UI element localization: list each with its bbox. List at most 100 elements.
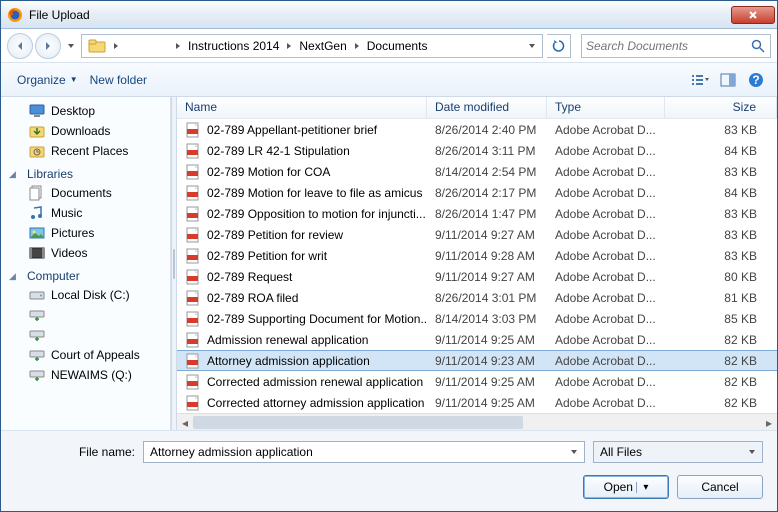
sidebar: Desktop Downloads Recent Places ◢Librari… bbox=[1, 97, 171, 430]
file-type-cell: Adobe Acrobat D... bbox=[547, 249, 665, 263]
network-drive-icon bbox=[29, 307, 45, 323]
sidebar-item-courtofappeals[interactable]: Court of Appeals bbox=[1, 345, 170, 365]
back-button[interactable] bbox=[7, 33, 33, 59]
desktop-icon bbox=[29, 103, 45, 119]
file-date-cell: 9/11/2014 9:25 AM bbox=[427, 333, 547, 347]
file-row[interactable]: 02-789 Appellant-petitioner brief8/26/20… bbox=[177, 119, 777, 140]
sidebar-item-recent[interactable]: Recent Places bbox=[1, 141, 170, 161]
close-button[interactable] bbox=[731, 6, 775, 24]
file-row[interactable]: Corrected admission renewal application9… bbox=[177, 371, 777, 392]
breadcrumb[interactable]: Instructions 2014 NextGen Documents bbox=[81, 34, 543, 58]
col-size[interactable]: Size bbox=[665, 97, 777, 118]
sidebar-item-desktop[interactable]: Desktop bbox=[1, 101, 170, 121]
scroll-thumb[interactable] bbox=[193, 416, 523, 429]
horizontal-scrollbar[interactable]: ◂ ▸ bbox=[177, 413, 777, 430]
file-type-cell: Adobe Acrobat D... bbox=[547, 270, 665, 284]
file-date-cell: 9/11/2014 9:25 AM bbox=[427, 375, 547, 389]
file-row[interactable]: 02-789 Motion for COA8/14/2014 2:54 PMAd… bbox=[177, 161, 777, 182]
file-upload-dialog: File Upload Instructions 2014 NextGen Do… bbox=[0, 0, 778, 512]
expand-icon: ◢ bbox=[9, 169, 19, 180]
sidebar-item-newaims[interactable]: NEWAIMS (Q:) bbox=[1, 365, 170, 385]
scroll-left-icon[interactable]: ◂ bbox=[177, 414, 193, 431]
file-row[interactable]: Admission renewal application9/11/2014 9… bbox=[177, 329, 777, 350]
sidebar-item-localdisk[interactable]: Local Disk (C:) bbox=[1, 285, 170, 305]
sidebar-label: Court of Appeals bbox=[51, 348, 140, 362]
file-size-cell: 82 KB bbox=[665, 354, 777, 368]
breadcrumb-item[interactable]: Documents bbox=[363, 35, 432, 57]
sidebar-item-downloads[interactable]: Downloads bbox=[1, 121, 170, 141]
filter-value: All Files bbox=[600, 445, 642, 459]
file-size-cell: 82 KB bbox=[665, 396, 777, 410]
filename-label: File name: bbox=[15, 445, 135, 459]
search-icon[interactable] bbox=[750, 38, 766, 54]
cancel-button[interactable]: Cancel bbox=[677, 475, 763, 499]
new-folder-button[interactable]: New folder bbox=[84, 69, 153, 91]
file-row[interactable]: 02-789 Motion for leave to file as amicu… bbox=[177, 182, 777, 203]
titlebar[interactable]: File Upload bbox=[1, 1, 777, 29]
sidebar-group-computer[interactable]: ◢Computer bbox=[9, 269, 170, 283]
view-options-button[interactable] bbox=[689, 69, 711, 91]
file-type-cell: Adobe Acrobat D... bbox=[547, 375, 665, 389]
breadcrumb-dropdown[interactable] bbox=[524, 42, 540, 50]
col-type[interactable]: Type bbox=[547, 97, 665, 118]
sidebar-label: Documents bbox=[51, 186, 112, 200]
file-name-cell: 02-789 Petition for review bbox=[177, 227, 427, 243]
filename-combobox[interactable]: Attorney admission application bbox=[143, 441, 585, 463]
sidebar-item-documents[interactable]: Documents bbox=[1, 183, 170, 203]
file-name-cell: Attorney admission application bbox=[177, 353, 427, 369]
chevron-down-icon bbox=[748, 445, 756, 459]
file-type-cell: Adobe Acrobat D... bbox=[547, 186, 665, 200]
sidebar-label: Music bbox=[51, 206, 82, 220]
col-name[interactable]: Name bbox=[177, 97, 427, 118]
open-button[interactable]: Open ▾ bbox=[583, 475, 669, 499]
search-input[interactable] bbox=[586, 39, 750, 53]
sidebar-item-videos[interactable]: Videos bbox=[1, 243, 170, 263]
column-headers[interactable]: Name Date modified Type Size bbox=[177, 97, 777, 119]
file-name-cell: 02-789 Appellant-petitioner brief bbox=[177, 122, 427, 138]
file-date-cell: 9/11/2014 9:27 AM bbox=[427, 270, 547, 284]
file-row[interactable]: 02-789 Petition for review9/11/2014 9:27… bbox=[177, 224, 777, 245]
file-row[interactable]: 02-789 Request9/11/2014 9:27 AMAdobe Acr… bbox=[177, 266, 777, 287]
file-date-cell: 9/11/2014 9:27 AM bbox=[427, 228, 547, 242]
refresh-button[interactable] bbox=[547, 34, 571, 58]
file-size-cell: 85 KB bbox=[665, 312, 777, 326]
file-size-cell: 83 KB bbox=[665, 249, 777, 263]
sidebar-item-music[interactable]: Music bbox=[1, 203, 170, 223]
file-row[interactable]: 02-789 Petition for writ9/11/2014 9:28 A… bbox=[177, 245, 777, 266]
file-row[interactable]: Corrected attorney admission application… bbox=[177, 392, 777, 413]
nav-history-dropdown[interactable] bbox=[65, 33, 77, 59]
col-date[interactable]: Date modified bbox=[427, 97, 547, 118]
file-date-cell: 9/11/2014 9:25 AM bbox=[427, 396, 547, 410]
file-row[interactable]: 02-789 ROA filed8/26/2014 3:01 PMAdobe A… bbox=[177, 287, 777, 308]
breadcrumb-blank[interactable] bbox=[122, 35, 172, 57]
organize-menu[interactable]: Organize▼ bbox=[11, 69, 84, 91]
sidebar-item-netdrive2[interactable] bbox=[1, 325, 170, 345]
filetype-filter[interactable]: All Files bbox=[593, 441, 763, 463]
sidebar-label: NEWAIMS (Q:) bbox=[51, 368, 132, 382]
sidebar-group-libraries[interactable]: ◢Libraries bbox=[9, 167, 170, 181]
file-row[interactable]: 02-789 LR 42-1 Stipulation8/26/2014 3:11… bbox=[177, 140, 777, 161]
file-type-cell: Adobe Acrobat D... bbox=[547, 291, 665, 305]
breadcrumb-item[interactable]: NextGen bbox=[295, 35, 350, 57]
chevron-right-icon bbox=[351, 35, 363, 57]
file-size-cell: 81 KB bbox=[665, 291, 777, 305]
forward-button[interactable] bbox=[35, 33, 61, 59]
videos-icon bbox=[29, 245, 45, 261]
file-row[interactable]: 02-789 Opposition to motion for injuncti… bbox=[177, 203, 777, 224]
file-row[interactable]: Attorney admission application9/11/2014 … bbox=[177, 350, 777, 371]
help-button[interactable]: ? bbox=[745, 69, 767, 91]
file-date-cell: 8/26/2014 3:01 PM bbox=[427, 291, 547, 305]
sidebar-item-pictures[interactable]: Pictures bbox=[1, 223, 170, 243]
preview-pane-button[interactable] bbox=[717, 69, 739, 91]
scroll-right-icon[interactable]: ▸ bbox=[761, 414, 777, 431]
music-icon bbox=[29, 205, 45, 221]
file-name-cell: Admission renewal application bbox=[177, 332, 427, 348]
window-title: File Upload bbox=[29, 8, 731, 22]
sidebar-item-netdrive1[interactable] bbox=[1, 305, 170, 325]
search-box[interactable] bbox=[581, 34, 771, 58]
breadcrumb-root-icon[interactable] bbox=[84, 35, 110, 57]
file-type-cell: Adobe Acrobat D... bbox=[547, 396, 665, 410]
nav-row: Instructions 2014 NextGen Documents bbox=[1, 29, 777, 63]
breadcrumb-item[interactable]: Instructions 2014 bbox=[184, 35, 283, 57]
file-row[interactable]: 02-789 Supporting Document for Motion...… bbox=[177, 308, 777, 329]
